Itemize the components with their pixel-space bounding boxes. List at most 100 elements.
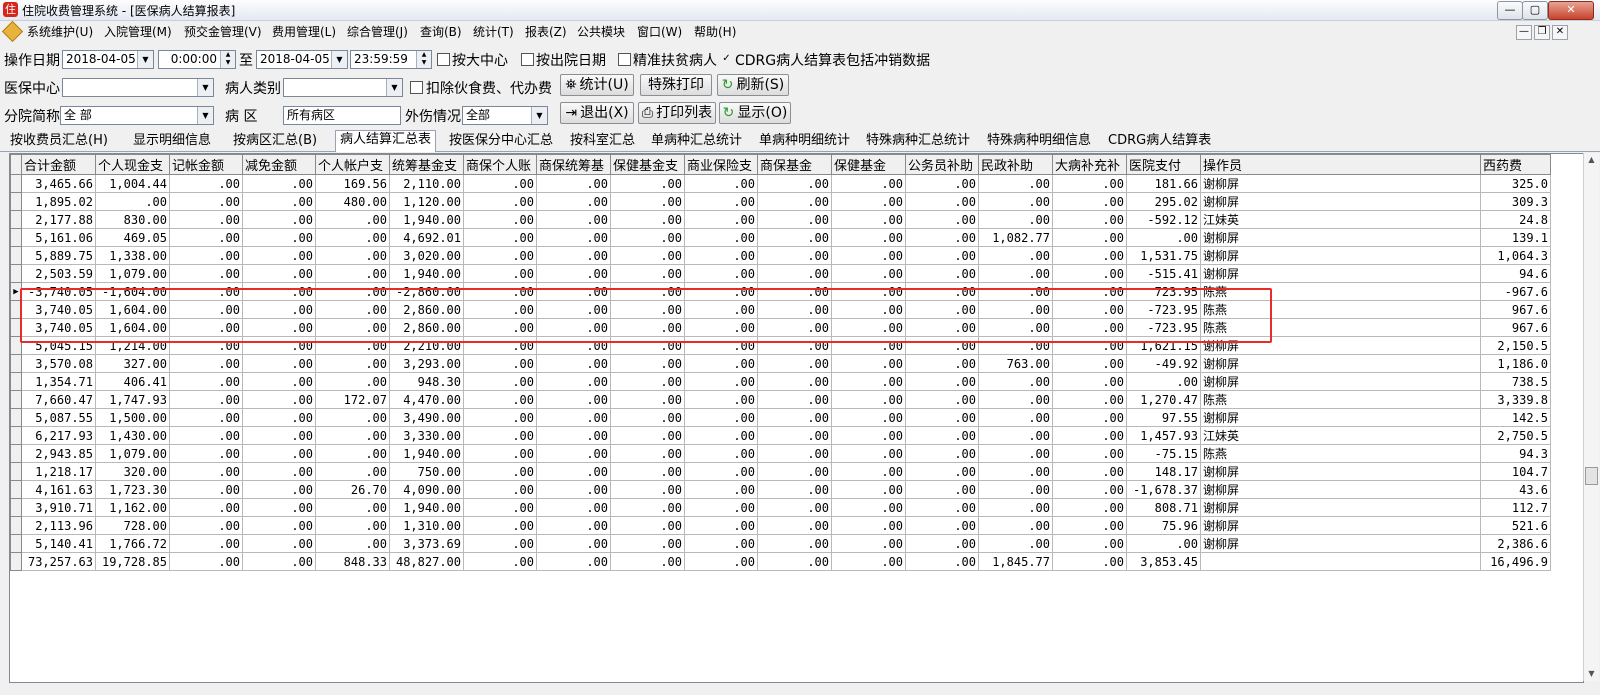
column-header[interactable]: 大病补充补 xyxy=(1052,154,1127,175)
table-cell[interactable]: .00 xyxy=(1052,390,1127,409)
table-row[interactable]: 7,660.47 1,747.93.00.00 172.07 4,470.00.00.… xyxy=(10,390,1551,409)
table-cell[interactable]: .00 xyxy=(831,354,906,373)
table-cell[interactable]: .00 xyxy=(315,516,390,535)
table-cell[interactable]: .00 xyxy=(536,336,611,355)
row-indicator[interactable] xyxy=(10,390,22,409)
row-indicator[interactable] xyxy=(10,498,22,517)
menu-window[interactable]: 窗口(W) xyxy=(637,23,682,40)
table-cell[interactable]: .00 xyxy=(169,210,243,229)
table-cell[interactable]: 谢柳屏 xyxy=(1200,228,1481,247)
column-header[interactable]: 个人帐户支 xyxy=(315,154,390,175)
table-cell[interactable]: 3,293.00 xyxy=(389,354,464,373)
table-cell[interactable]: .00 xyxy=(757,210,832,229)
table-cell[interactable]: .00 xyxy=(684,174,758,193)
table-cell[interactable]: 750.00 xyxy=(389,462,464,481)
table-cell[interactable]: 169.56 xyxy=(315,174,390,193)
table-cell[interactable]: .00 xyxy=(169,372,243,391)
table-cell[interactable]: 3,373.69 xyxy=(389,534,464,553)
table-cell[interactable]: -49.92 xyxy=(1126,354,1201,373)
table-cell[interactable]: .00 xyxy=(610,552,685,571)
table-cell[interactable]: 3,910.71 xyxy=(21,498,96,517)
table-cell[interactable]: 1,354.71 xyxy=(21,372,96,391)
table-cell[interactable]: .00 xyxy=(463,390,537,409)
table-cell[interactable]: .00 xyxy=(831,516,906,535)
table-cell[interactable]: .00 xyxy=(315,336,390,355)
table-cell[interactable]: 24.8 xyxy=(1480,210,1551,229)
table-cell[interactable]: .00 xyxy=(536,462,611,481)
minimize-button[interactable]: — xyxy=(1497,1,1523,20)
row-indicator[interactable] xyxy=(10,516,22,535)
scroll-down-icon[interactable]: ▼ xyxy=(1584,667,1599,681)
tab-by-department[interactable]: 按科室汇总 xyxy=(566,132,639,150)
table-cell[interactable]: 谢柳屏 xyxy=(1200,372,1481,391)
table-cell[interactable]: 1,940.00 xyxy=(389,498,464,517)
table-cell[interactable]: .00 xyxy=(1052,300,1127,319)
table-cell[interactable]: .00 xyxy=(610,480,685,499)
table-row[interactable]: 1,354.71 406.41.00.00.00 948.30.00.00.00.0… xyxy=(10,372,1551,391)
table-cell[interactable]: .00 xyxy=(463,408,537,427)
table-row[interactable]: 2,503.59 1,079.00.00.00.00 1,940.00.00.00.… xyxy=(10,264,1551,283)
tab-special-summary[interactable]: 特殊病种汇总统计 xyxy=(862,132,974,150)
table-cell[interactable]: 5,161.06 xyxy=(21,228,96,247)
table-cell[interactable]: .00 xyxy=(905,264,979,283)
table-cell[interactable]: .00 xyxy=(463,210,537,229)
table-cell[interactable]: .00 xyxy=(169,534,243,553)
table-cell[interactable]: .00 xyxy=(463,192,537,211)
start-date-picker[interactable]: 2018-04-05 ▼ xyxy=(62,50,154,69)
table-cell[interactable]: .00 xyxy=(757,462,832,481)
table-cell[interactable]: 1,004.44 xyxy=(95,174,170,193)
table-cell[interactable]: 谢柳屏 xyxy=(1200,480,1481,499)
table-cell[interactable]: .00 xyxy=(831,408,906,427)
row-indicator[interactable] xyxy=(10,552,22,571)
table-row[interactable]: 1,218.17 320.00.00.00.00 750.00.00.00.00.0… xyxy=(10,462,1551,481)
table-cell[interactable]: .00 xyxy=(978,336,1053,355)
table-cell[interactable]: 1,430.00 xyxy=(95,426,170,445)
table-row[interactable]: 3,740.05 1,604.00.00.00.00 2,860.00.00.00.… xyxy=(10,318,1551,337)
table-cell[interactable]: 43.6 xyxy=(1480,480,1551,499)
table-cell[interactable]: .00 xyxy=(831,210,906,229)
table-cell[interactable]: .00 xyxy=(315,354,390,373)
table-row[interactable]: 73,257.63 19,728.85.00.00 848.33 48,827.00.… xyxy=(10,552,1551,571)
table-cell[interactable]: 1,082.77 xyxy=(978,228,1053,247)
table-cell[interactable]: 16,496.9 xyxy=(1480,552,1551,571)
table-cell[interactable]: .00 xyxy=(978,210,1053,229)
table-row[interactable]: 1,895.02.00.00.00 480.00 1,120.00.00.00.00… xyxy=(10,192,1551,211)
table-cell[interactable]: 181.66 xyxy=(1126,174,1201,193)
table-cell[interactable]: 3,339.8 xyxy=(1480,390,1551,409)
spinner-icon[interactable]: ▲ ▼ xyxy=(416,51,431,68)
table-cell[interactable]: .00 xyxy=(169,462,243,481)
by-center-checkbox[interactable] xyxy=(437,53,450,66)
table-cell[interactable]: 4,090.00 xyxy=(389,480,464,499)
table-cell[interactable]: .00 xyxy=(610,354,685,373)
table-cell[interactable]: .00 xyxy=(242,534,316,553)
table-cell[interactable]: .00 xyxy=(463,336,537,355)
row-indicator[interactable] xyxy=(10,408,22,427)
table-cell[interactable]: .00 xyxy=(905,408,979,427)
table-row[interactable]: 5,889.75 1,338.00.00.00.00 3,020.00.00.00.… xyxy=(10,246,1551,265)
table-cell[interactable]: 26.70 xyxy=(315,480,390,499)
table-cell[interactable]: .00 xyxy=(610,516,685,535)
table-cell[interactable]: 948.30 xyxy=(389,372,464,391)
table-cell[interactable]: .00 xyxy=(684,552,758,571)
table-row[interactable]: 3,465.66 1,004.44.00.00 169.56 2,110.00.00.… xyxy=(10,174,1551,193)
table-cell[interactable]: .00 xyxy=(684,462,758,481)
table-cell[interactable]: .00 xyxy=(684,372,758,391)
table-cell[interactable]: .00 xyxy=(978,246,1053,265)
table-cell[interactable]: 1,218.17 xyxy=(21,462,96,481)
table-cell[interactable]: .00 xyxy=(978,498,1053,517)
table-cell[interactable]: .00 xyxy=(905,354,979,373)
table-cell[interactable]: 728.00 xyxy=(95,516,170,535)
table-cell[interactable]: .00 xyxy=(978,264,1053,283)
table-cell[interactable]: 3,020.00 xyxy=(389,246,464,265)
show-button[interactable]: ↻ 显示(O) xyxy=(719,102,791,124)
table-row[interactable]: 6,217.93 1,430.00.00.00.00 3,330.00.00.00.… xyxy=(10,426,1551,445)
table-cell[interactable]: .00 xyxy=(242,498,316,517)
table-cell[interactable]: .00 xyxy=(684,264,758,283)
table-cell[interactable]: .00 xyxy=(463,228,537,247)
column-header[interactable]: 医院支付 xyxy=(1126,154,1201,175)
table-cell[interactable]: .00 xyxy=(169,516,243,535)
table-cell[interactable]: 148.17 xyxy=(1126,462,1201,481)
column-header[interactable]: 合计金额 xyxy=(21,154,96,175)
table-cell[interactable]: 3,740.05 xyxy=(21,318,96,337)
table-cell[interactable]: 19,728.85 xyxy=(95,552,170,571)
